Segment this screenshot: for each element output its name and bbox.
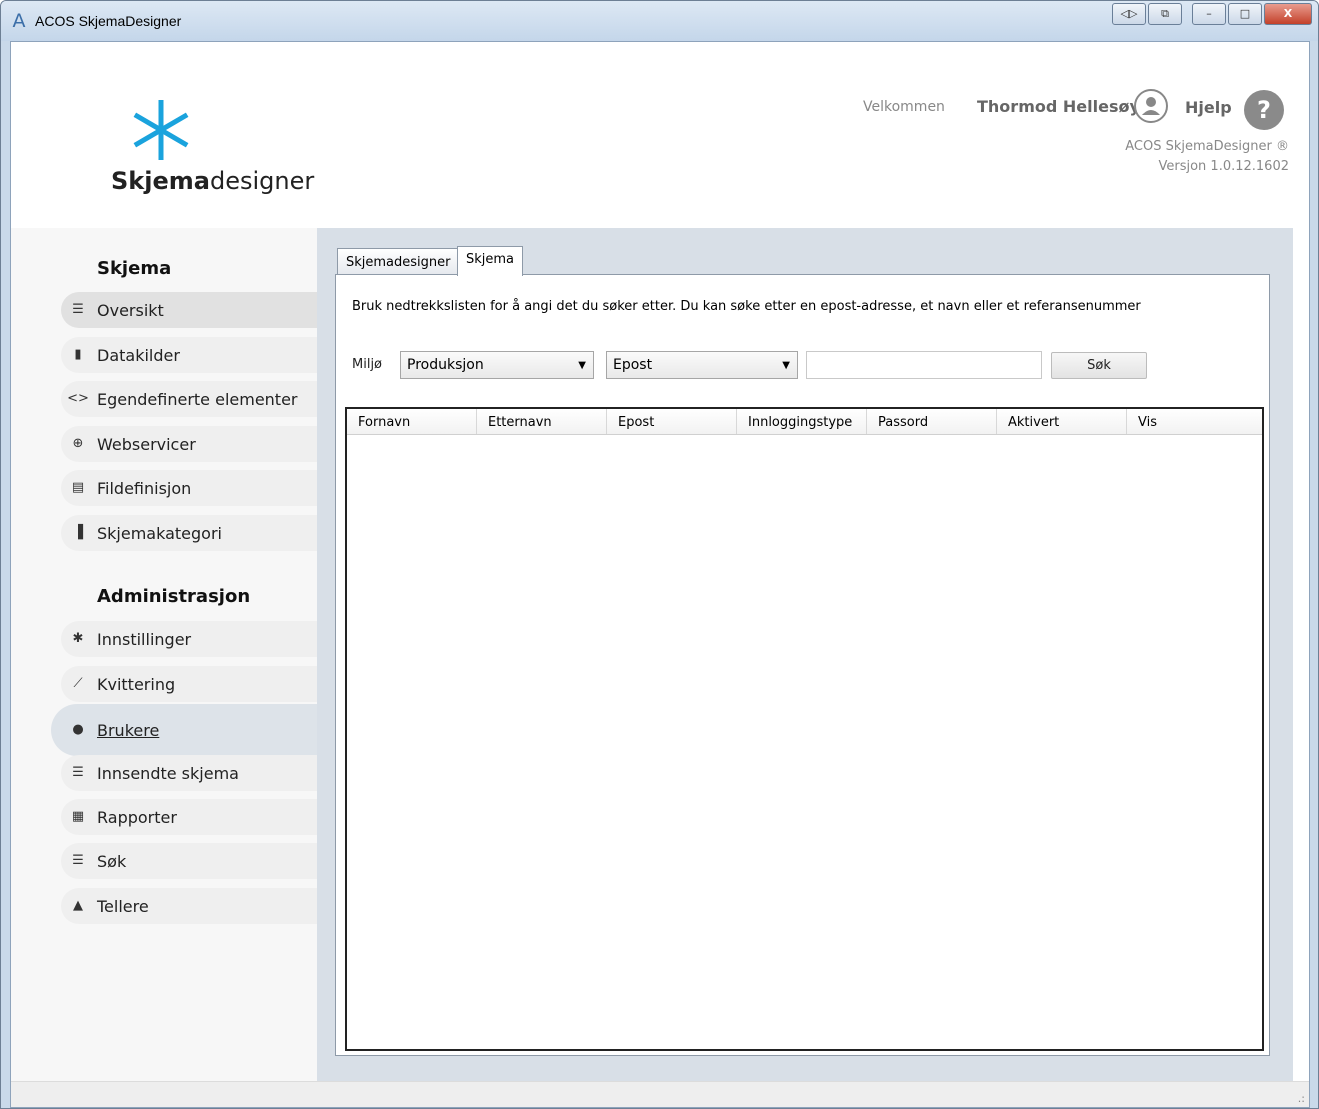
dropdown-arrow-icon: ▼ (782, 360, 790, 371)
sidebar-item-label: Brukere (97, 720, 160, 740)
floppy-disk-icon: ▤ (71, 480, 85, 495)
resize-icon[interactable]: ◁▷ (1112, 3, 1146, 25)
sidebar-item-label: Rapporter (97, 807, 177, 827)
sidebar: Skjema ☰ Oversikt ▮ Datakilder <> Egende… (11, 228, 317, 1081)
sidebar-item-label: Oversikt (97, 300, 164, 320)
username-link[interactable]: Thormod Hellesøy (977, 97, 1140, 116)
sidebar-item-datakilder[interactable]: ▮ Datakilder (61, 337, 317, 373)
right-margin (1293, 228, 1309, 1081)
category-icon: ▐ (73, 525, 83, 540)
product-version: Versjon 1.0.12.1602 (1158, 159, 1289, 174)
tab-panel-skjema: Bruk nedtrekkslisten for å angi det du s… (335, 274, 1270, 1056)
sidebar-item-label: Skjemakategori (97, 523, 222, 543)
logo-bold: Skjema (111, 167, 210, 195)
sidebar-item-label: Webservicer (97, 434, 196, 454)
column-header-etternavn[interactable]: Etternavn (477, 409, 607, 434)
sidebar-item-label: Datakilder (97, 345, 180, 365)
resize-grip-icon[interactable]: .: (1298, 1092, 1305, 1105)
sidebar-item-label: Fildefinisjon (97, 478, 192, 498)
client-area: Skjemadesigner Velkommen Thormod Hellesø… (10, 41, 1310, 1108)
environment-select-value: Produksjon (407, 357, 484, 373)
person-icon (1142, 97, 1160, 115)
close-button[interactable]: X (1264, 3, 1312, 25)
tab-skjema[interactable]: Skjema (457, 246, 524, 276)
product-info: ACOS SkjemaDesigner ® Versjon 1.0.12.160… (1125, 137, 1289, 177)
help-link[interactable]: Hjelp (1185, 98, 1232, 117)
user-icon: ● (72, 722, 84, 737)
status-bar: .: (11, 1081, 1309, 1107)
window-controls-separator (1184, 3, 1190, 25)
search-field-select[interactable]: Epost ▼ (606, 351, 798, 379)
search-button[interactable]: Søk (1051, 352, 1147, 379)
sidebar-item-egendefinerte-elementer[interactable]: <> Egendefinerte elementer (61, 381, 317, 417)
globe-icon: ⊕ (72, 436, 84, 451)
paperclip-icon: ⟋ (73, 676, 83, 691)
instructions-text: Bruk nedtrekkslisten for å angi det du s… (352, 299, 1141, 314)
report-chart-icon: ▦ (71, 809, 85, 824)
window-controls: ◁▷ ⧉ – □ X (1112, 3, 1312, 25)
section-title-skjema: Skjema (97, 258, 172, 279)
sidebar-item-fildefinisjon[interactable]: ▤ Fildefinisjon (61, 470, 317, 506)
sidebar-item-label: Egendefinerte elementer (97, 389, 298, 409)
logo-light: designer (209, 167, 315, 195)
app-header: Skjemadesigner Velkommen Thormod Hellesø… (11, 42, 1309, 228)
environment-label: Miljø (352, 357, 383, 372)
minimize-button[interactable]: – (1192, 3, 1226, 25)
search-input[interactable] (806, 351, 1042, 379)
section-title-administrasjon: Administrasjon (97, 586, 251, 607)
list-icon: ☰ (72, 302, 84, 317)
sidebar-item-label: Søk (97, 851, 127, 871)
sidebar-item-oversikt[interactable]: ☰ Oversikt (61, 292, 317, 328)
dropdown-arrow-icon: ▼ (578, 360, 586, 371)
users-table[interactable]: Fornavn Etternavn Epost Innloggingstype … (345, 407, 1264, 1051)
tab-skjemadesigner[interactable]: Skjemadesigner (337, 248, 460, 274)
sidebar-item-innstillinger[interactable]: ✱ Innstillinger (61, 621, 317, 657)
column-header-innloggingstype[interactable]: Innloggingstype (737, 409, 867, 434)
database-icon: ▮ (74, 347, 82, 362)
sidebar-item-label: Innstillinger (97, 629, 192, 649)
user-avatar-icon[interactable] (1134, 89, 1168, 123)
welcome-text: Velkommen (863, 99, 945, 115)
sidebar-item-brukere[interactable]: ● Brukere (51, 704, 317, 756)
product-name: ACOS SkjemaDesigner ® (1125, 139, 1289, 154)
window-title: ACOS SkjemaDesigner (35, 13, 182, 29)
sidebar-item-sok[interactable]: ☰ Søk (61, 843, 317, 879)
column-header-vis[interactable]: Vis (1127, 409, 1262, 434)
sidebar-item-label: Kvittering (97, 674, 176, 694)
restore-icon[interactable]: ⧉ (1148, 3, 1182, 25)
sidebar-item-innsendte-skjema[interactable]: ☰ Innsendte skjema (61, 755, 317, 791)
code-icon: <> (67, 391, 89, 406)
sidebar-item-skjemakategori[interactable]: ▐ Skjemakategori (61, 515, 317, 551)
help-icon[interactable]: ? (1244, 90, 1284, 130)
asterisk-logo-icon (133, 100, 189, 160)
list-icon: ☰ (72, 765, 84, 780)
environment-select[interactable]: Produksjon ▼ (400, 351, 594, 379)
column-header-epost[interactable]: Epost (607, 409, 737, 434)
column-header-aktivert[interactable]: Aktivert (997, 409, 1127, 434)
hierarchy-icon: ▲ (73, 898, 83, 913)
application-window: A ACOS SkjemaDesigner ◁▷ ⧉ – □ X Skjemad… (0, 0, 1319, 1109)
sidebar-item-webservicer[interactable]: ⊕ Webservicer (61, 426, 317, 462)
sidebar-item-kvittering[interactable]: ⟋ Kvittering (61, 666, 317, 702)
logo-wordmark: Skjemadesigner (111, 167, 314, 195)
table-header: Fornavn Etternavn Epost Innloggingstype … (347, 409, 1262, 435)
sidebar-item-rapporter[interactable]: ▦ Rapporter (61, 799, 317, 835)
column-header-fornavn[interactable]: Fornavn (347, 409, 477, 434)
column-header-passord[interactable]: Passord (867, 409, 997, 434)
sidebar-item-label: Tellere (97, 896, 149, 916)
gear-icon: ✱ (72, 631, 84, 646)
sidebar-item-label: Innsendte skjema (97, 763, 239, 783)
app-logo-icon: A (12, 10, 26, 32)
maximize-button[interactable]: □ (1228, 3, 1262, 25)
title-bar[interactable]: A ACOS SkjemaDesigner ◁▷ ⧉ – □ X (1, 1, 1318, 41)
search-field-select-value: Epost (613, 357, 653, 373)
list-icon: ☰ (72, 853, 84, 868)
sidebar-item-tellere[interactable]: ▲ Tellere (61, 888, 317, 924)
